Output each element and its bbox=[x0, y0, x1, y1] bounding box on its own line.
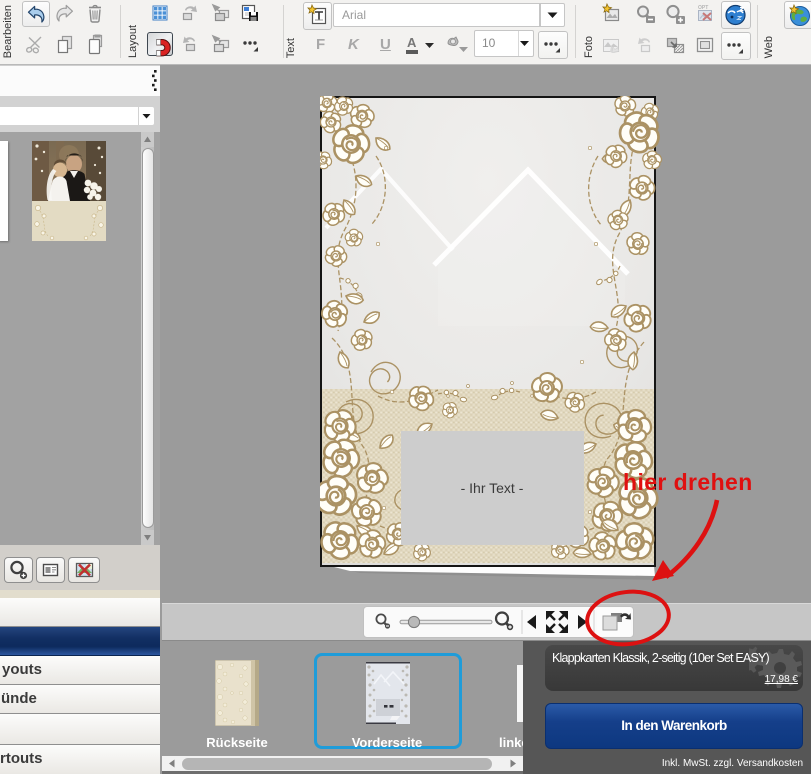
svg-text:- Ihr Text -: - Ihr Text - bbox=[461, 480, 524, 496]
